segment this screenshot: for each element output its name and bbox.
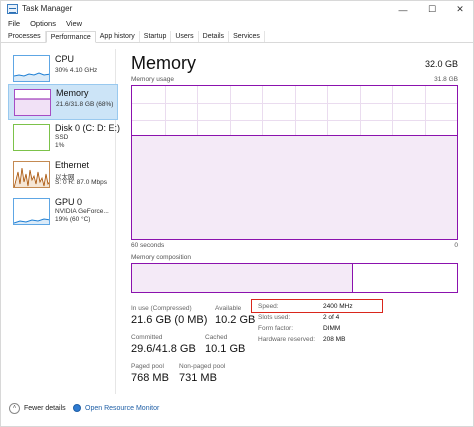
page-title: Memory <box>131 53 197 73</box>
total-memory: 32.0 GB <box>424 59 458 69</box>
tab-details[interactable]: Details <box>199 31 230 42</box>
sidebar-item-ethernet[interactable]: Ethernet 以太网 S: 0 R: 87.0 Mbps <box>8 157 118 193</box>
tab-processes[interactable]: Processes <box>4 31 46 42</box>
memory-graph-thumbnail <box>14 89 51 116</box>
in-use-value: 21.6 GB (0 MB) <box>131 314 208 326</box>
cached-value: 10.1 GB <box>205 343 246 355</box>
sidebar-item-detail: NVIDIA GeForce... <box>55 208 109 215</box>
committed-label: Committed <box>131 334 163 341</box>
memory-composition-label: Memory composition <box>131 254 191 261</box>
non-paged-pool-value: 731 MB <box>179 372 217 384</box>
menu-file[interactable]: File <box>1 18 25 30</box>
sidebar-item-detail: SSD <box>55 134 69 141</box>
available-value: 10.2 GB <box>215 314 256 326</box>
form-factor-label: Form factor: <box>258 325 294 332</box>
chevron-up-icon[interactable]: ˄ <box>9 403 20 414</box>
open-resource-monitor-link[interactable]: Open Resource Monitor <box>85 405 159 412</box>
sidebar-item-label: CPU <box>55 54 75 64</box>
title-bar: Task Manager — ☐ ✕ <box>1 1 474 18</box>
slots-used-label: Slots used: <box>258 314 291 321</box>
hardware-reserved-label: Hardware reserved: <box>258 336 316 343</box>
disk-graph-thumbnail <box>13 124 50 151</box>
tab-services[interactable]: Services <box>229 31 265 42</box>
sidebar-item-label: Memory <box>56 88 89 98</box>
committed-value: 29.6/41.8 GB <box>131 343 196 355</box>
memory-composition-in-use <box>132 264 353 292</box>
speed-label: Speed: <box>258 303 279 310</box>
sidebar-item-label: GPU 0 <box>55 197 83 207</box>
cpu-graph-thumbnail <box>13 55 50 82</box>
available-label: Available <box>215 305 242 312</box>
sidebar-item-detail: 21.6/31.8 GB (68%) <box>56 101 114 108</box>
minimize-button[interactable]: — <box>389 1 417 18</box>
memory-usage-line <box>132 135 457 136</box>
memory-usage-max: 31.8 GB <box>434 76 458 83</box>
hardware-reserved-value: 208 MB <box>323 336 346 343</box>
paged-pool-value: 768 MB <box>131 372 169 384</box>
tab-bar: Processes Performance App history Startu… <box>1 31 474 43</box>
non-paged-pool-label: Non-paged pool <box>179 363 226 370</box>
sidebar-item-label: Ethernet <box>55 160 90 170</box>
window-title: Task Manager <box>22 4 73 13</box>
task-manager-icon <box>7 4 18 14</box>
resource-list: CPU 30% 4.10 GHz Memory 21.6/31.8 GB (68… <box>6 49 121 394</box>
cached-label: Cached <box>205 334 228 341</box>
sidebar-item-cpu[interactable]: CPU 30% 4.10 GHz <box>8 51 118 87</box>
fewer-details-link[interactable]: Fewer details <box>24 405 66 412</box>
close-button[interactable]: ✕ <box>446 1 474 18</box>
memory-composition-bar <box>131 263 458 293</box>
paged-pool-label: Paged pool <box>131 363 164 370</box>
form-factor-value: DIMM <box>323 325 341 332</box>
sidebar-item-label: Disk 0 (C: D: E:) <box>55 123 121 133</box>
memory-usage-fill <box>132 135 457 239</box>
sidebar-item-detail-2: 1% <box>55 142 65 149</box>
graph-time-end: 0 <box>454 242 458 249</box>
task-manager-window: Task Manager — ☐ ✕ File Options View Pro… <box>0 0 474 427</box>
tab-startup[interactable]: Startup <box>140 31 172 42</box>
slots-used-value: 2 of 4 <box>323 314 340 321</box>
sidebar-item-gpu[interactable]: GPU 0 NVIDIA GeForce... 19% (60 °C) <box>8 194 118 230</box>
menu-options[interactable]: Options <box>25 18 61 30</box>
memory-details-panel: Memory 32.0 GB Memory usage 31.8 GB 60 s… <box>123 49 468 394</box>
maximize-button[interactable]: ☐ <box>418 1 446 18</box>
in-use-label: In use (Compressed) <box>131 305 192 312</box>
ethernet-graph-thumbnail <box>13 161 50 188</box>
tab-users[interactable]: Users <box>171 31 199 42</box>
sidebar-item-detail-2: S: 0 R: 87.0 Mbps <box>55 179 108 186</box>
gpu-graph-thumbnail <box>13 198 50 225</box>
speed-value: 2400 MHz <box>323 303 353 310</box>
resource-monitor-icon <box>73 404 81 412</box>
sidebar-item-detail-2: 19% (60 °C) <box>55 216 91 223</box>
sidebar-item-disk[interactable]: Disk 0 (C: D: E:) SSD 1% <box>8 120 121 156</box>
memory-usage-label: Memory usage <box>131 76 174 83</box>
graph-time-start: 60 seconds <box>131 242 165 249</box>
tab-app-history[interactable]: App history <box>96 31 140 42</box>
sidebar-item-memory[interactable]: Memory 21.6/31.8 GB (68%) <box>8 84 118 120</box>
menu-view[interactable]: View <box>61 18 87 30</box>
menu-bar: File Options View <box>1 18 87 30</box>
memory-usage-graph <box>131 85 458 240</box>
sidebar-item-detail: 30% 4.10 GHz <box>55 67 98 74</box>
tab-performance[interactable]: Performance <box>45 31 96 43</box>
